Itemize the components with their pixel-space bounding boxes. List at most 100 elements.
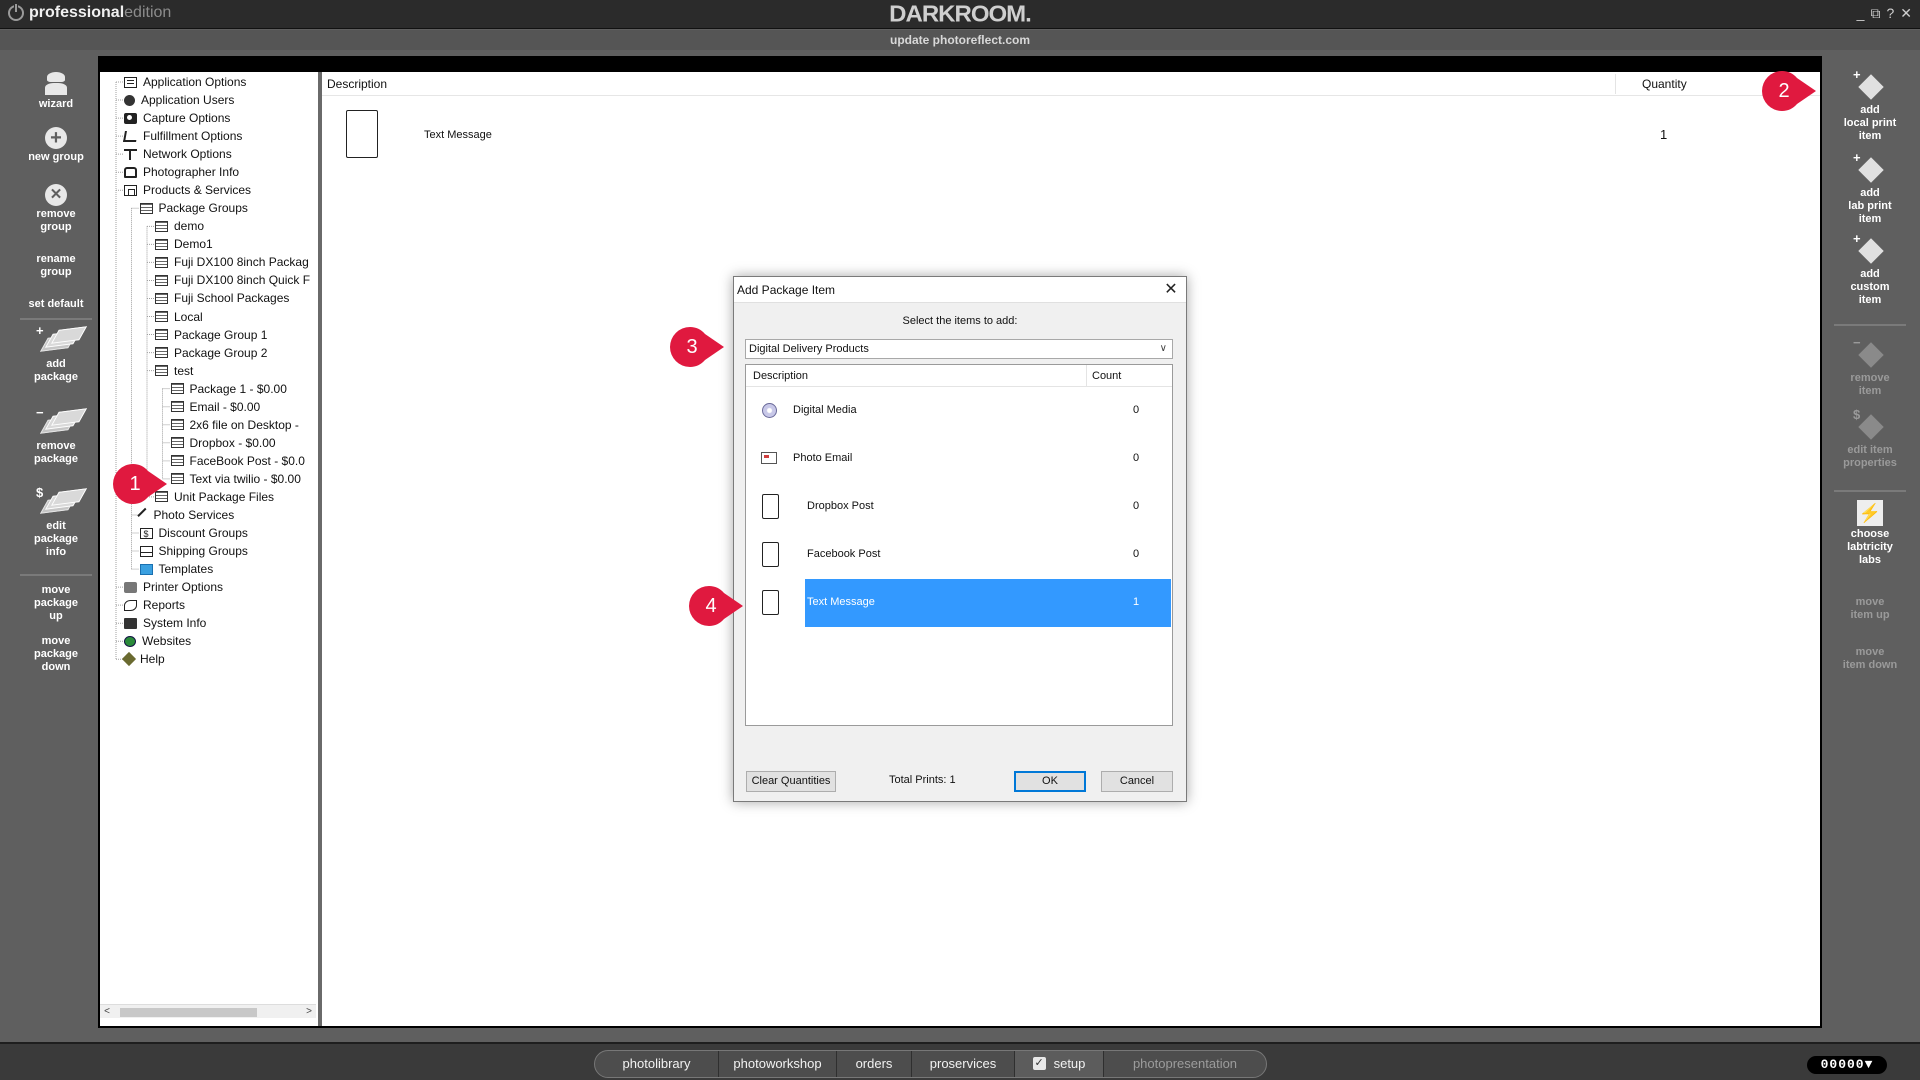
update-banner[interactable]: update photoreflect.com [0,30,1920,50]
remove-item-button[interactable]: − remove item [1822,336,1918,398]
help-icon[interactable]: ? [1886,5,1894,22]
tree-item[interactable]: demo [155,217,204,235]
ok-button[interactable]: OK [1014,771,1086,792]
column-description[interactable]: Description [327,77,387,91]
tree-item[interactable]: Templates [139,560,213,578]
tree-item[interactable]: Products & Services [124,181,251,199]
move-down-label-1: move [41,635,71,647]
tree-item[interactable]: $ Discount Groups [139,524,248,542]
add-custom-label-1: add [1860,268,1880,280]
options-icon [124,76,137,88]
tree-item[interactable]: Package Group 1 [155,326,267,344]
add-package-button[interactable]: + add package [8,324,104,384]
tree-item[interactable]: 2x6 file on Desktop - [170,416,299,434]
edit-item-properties-button[interactable]: $ edit item properties [1822,408,1918,470]
move-package-up-button[interactable]: move package up [8,584,104,623]
list-item-digital-media[interactable]: Digital Media 0 [746,387,1172,435]
tab-proservices[interactable]: proservices [912,1051,1015,1077]
tab-setup[interactable]: ✓ setup [1015,1051,1104,1077]
tree-item[interactable]: Help [121,650,165,668]
add-lab-print-item-button[interactable]: + add lab print item [1822,151,1918,226]
tree-item[interactable]: Shipping Groups [139,542,248,560]
list-item-photo-email[interactable]: Photo Email 0 [746,435,1172,483]
tree-item[interactable]: Photographer Info [124,163,239,181]
tree-item[interactable]: Email - $0.00 [170,398,260,416]
window-controls: _ ⧉ ? ✕ [1857,5,1912,22]
dialog-footer: Clear Quantities Total Prints: 1 OK Canc… [734,771,1186,795]
tree-item[interactable]: Fuji School Packages [155,289,289,307]
tree-item[interactable]: Fulfillment Options [123,127,242,145]
scroll-thumb[interactable] [120,1008,257,1017]
left-toolbar: wizard + new group ✕ remove group rename… [8,56,104,1046]
tree-item[interactable]: Photo Services [136,506,234,524]
list-item-dropbox-post[interactable]: Dropbox Post 0 [746,483,1172,531]
wizard-button[interactable]: wizard [8,72,104,111]
tree-item[interactable]: Unit Package Files [155,488,274,506]
set-default-button[interactable]: set default [8,298,104,311]
tab-photopresentation[interactable]: photopresentation [1104,1051,1266,1077]
tree-item[interactable]: Application Users [124,91,234,109]
tab-photolibrary[interactable]: photolibrary [595,1051,719,1077]
list-item-facebook-post[interactable]: Facebook Post 0 [746,531,1172,579]
remove-item-icon: − [1853,336,1887,370]
add-custom-item-button[interactable]: + add custom item [1822,232,1918,307]
tree-item[interactable]: Websites [124,632,191,650]
tab-photoworkshop[interactable]: photoworkshop [719,1051,837,1077]
tree-item[interactable]: Capture Options [124,109,230,127]
rename-group-label-1: rename [36,253,76,265]
grid-icon [155,274,168,286]
list-item-text-message[interactable]: Text Message 1 [746,579,1172,627]
remove-package-button[interactable]: − remove package [8,406,104,466]
tree-item[interactable]: Local [155,308,203,326]
content-row[interactable]: Text Message 1 [322,110,1820,162]
move-item-down-button[interactable]: move item down [1822,646,1918,672]
grid-icon [170,473,184,485]
column-quantity[interactable]: Quantity [1642,77,1687,91]
tree-item[interactable]: Package 1 - $0.00 [170,380,287,398]
tree-item[interactable]: FaceBook Post - $0.0 [170,452,305,470]
tree-item[interactable]: Fuji DX100 8inch Packag [155,253,309,271]
rename-group-button[interactable]: rename group [8,253,104,279]
scroll-right-icon[interactable]: > [302,1005,316,1019]
bottom-navigation-bar: photolibrary photoworkshop orders proser… [0,1042,1920,1080]
list-column-description[interactable]: Description [753,370,808,382]
close-icon[interactable]: ✕ [1900,5,1912,22]
tab-orders[interactable]: orders [837,1051,912,1077]
tree-item[interactable]: Application Options [124,73,246,91]
minimize-icon[interactable]: _ [1857,5,1865,22]
category-dropdown[interactable]: Digital Delivery Products ∨ [745,339,1173,359]
add-local-print-icon: + [1853,68,1887,102]
move-up-label-1: move [41,584,71,596]
edit-package-info-button[interactable]: $ edit package info [8,486,104,559]
scroll-left-icon[interactable]: < [100,1005,114,1019]
move-item-up-button[interactable]: move item up [1822,596,1918,622]
tree-item-label: Package 1 - $0.00 [189,381,287,396]
tree-item[interactable]: Demo1 [155,235,213,253]
grid-icon [155,220,168,232]
tree-item[interactable]: Reports [124,596,185,614]
tree-item[interactable]: Package Groups [139,199,248,217]
list-column-count[interactable]: Count [1092,370,1121,382]
move-package-down-button[interactable]: move package down [8,635,104,674]
close-icon[interactable]: ✕ [1160,279,1182,301]
clear-quantities-button[interactable]: Clear Quantities [746,771,836,792]
tree-item[interactable]: Fuji DX100 8inch Quick F [155,271,310,289]
cancel-button[interactable]: Cancel [1101,771,1173,792]
tree-item[interactable]: Printer Options [124,578,223,596]
tree-item[interactable]: System Info [124,614,206,632]
add-local-print-item-button[interactable]: + add local print item [1822,68,1918,143]
credit-counter[interactable]: 00000▼ [1807,1056,1887,1074]
choose-labtricity-labs-button[interactable]: ⚡ choose labtricity labs [1822,500,1918,567]
remove-group-button[interactable]: ✕ remove group [8,184,104,234]
tree-item[interactable]: Dropbox - $0.00 [170,434,276,452]
new-group-button[interactable]: + new group [8,127,104,164]
tree-item[interactable]: Package Group 2 [155,344,267,362]
tree-item[interactable]: Text via twilio - $0.00 [170,470,301,488]
tree-item[interactable]: Network Options [124,145,232,163]
add-custom-label-3: item [1858,294,1882,306]
move-item-up-label-1: move [1855,596,1885,608]
tree-horizontal-scrollbar[interactable]: < > [100,1004,316,1018]
tree-item[interactable]: test [155,362,193,380]
help-icon [121,652,137,667]
restore-icon[interactable]: ⧉ [1870,5,1880,22]
